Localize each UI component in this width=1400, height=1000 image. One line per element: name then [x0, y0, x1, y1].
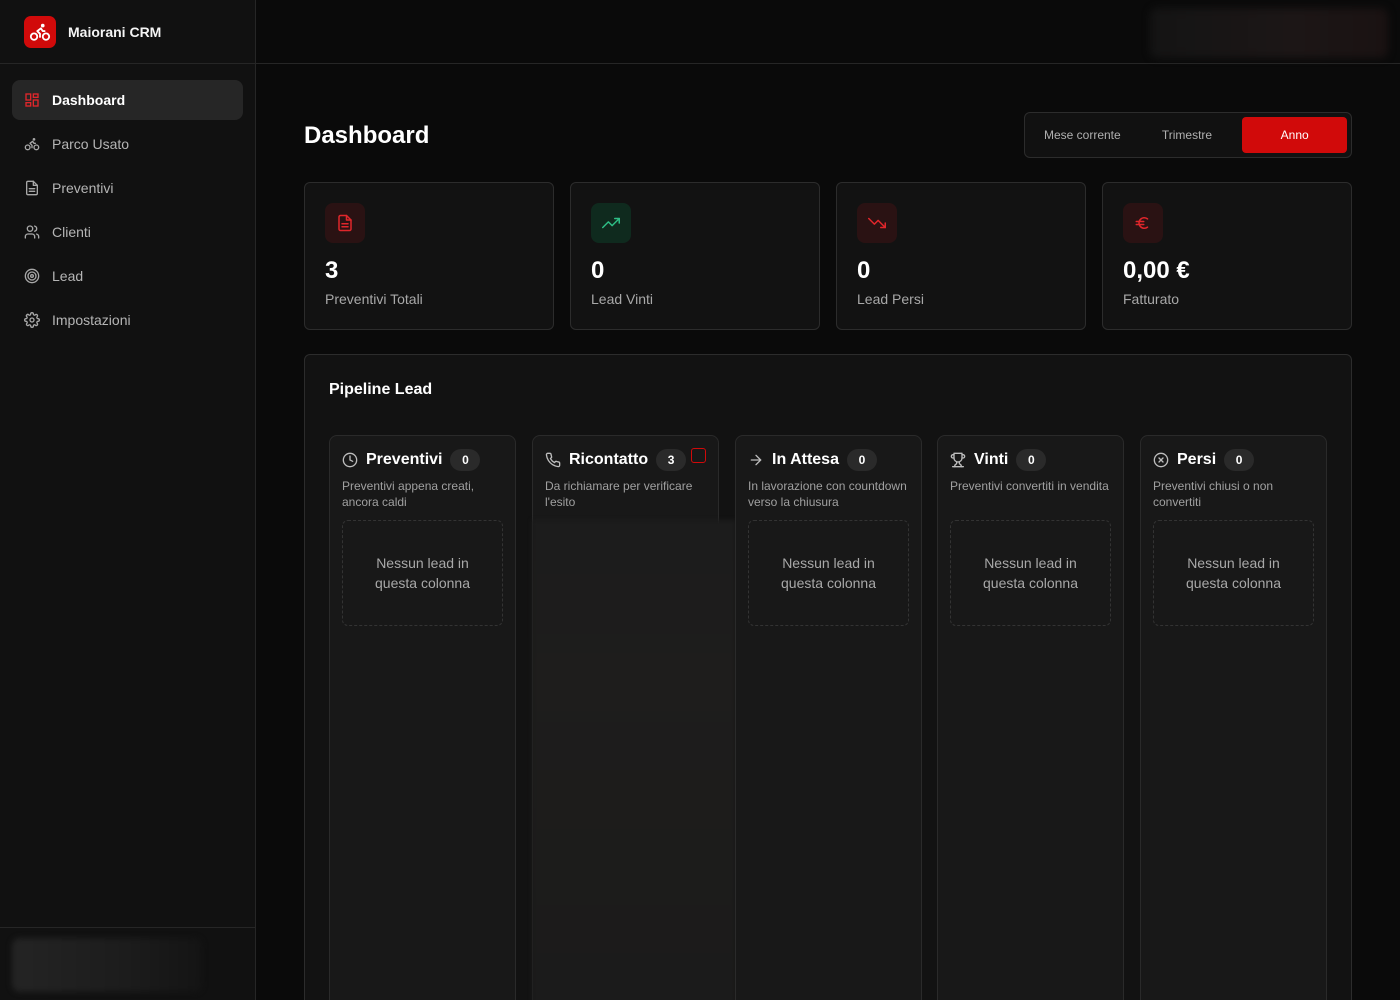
column-title: In Attesa — [772, 451, 839, 468]
stat-card-preventivi-totali: 3 Preventivi Totali — [304, 182, 554, 330]
sidebar-nav: Dashboard Parco Usato Preventivi Clienti… — [0, 64, 255, 356]
stat-label: Lead Persi — [857, 291, 924, 307]
gear-icon — [24, 312, 40, 328]
trending-up-icon — [591, 203, 631, 243]
stat-label: Preventivi Totali — [325, 291, 423, 307]
sidebar-item-clienti[interactable]: Clienti — [12, 212, 243, 252]
period-option-trimestre[interactable]: Trimestre — [1136, 117, 1239, 153]
column-count-badge: 3 — [656, 449, 687, 471]
euro-icon — [1123, 203, 1163, 243]
column-select-checkbox[interactable] — [691, 448, 706, 463]
bicycle-icon — [24, 15, 56, 48]
column-empty-state: Nessun lead in questa colonna — [748, 520, 909, 626]
column-empty-state: Nessun lead in questa colonna — [342, 520, 503, 626]
trending-down-icon — [857, 203, 897, 243]
period-selector: Mese corrente Trimestre Anno — [1024, 112, 1352, 158]
column-description: Preventivi convertiti in vendita — [950, 479, 1109, 493]
sidebar-item-label: Dashboard — [52, 92, 126, 108]
column-count-badge: 0 — [450, 449, 481, 471]
pipeline-lead: Pipeline Lead Preventivi 0 Preventivi ap… — [304, 354, 1352, 1000]
sidebar-item-label: Impostazioni — [52, 312, 131, 328]
pipeline-column-vinti: Vinti 0 Preventivi convertiti in vendita… — [937, 435, 1124, 1000]
dashboard-icon — [25, 93, 39, 107]
column-title: Vinti — [974, 451, 1009, 468]
column-title: Persi — [1177, 451, 1217, 468]
column-count-badge: 0 — [1224, 449, 1255, 471]
column-description: In lavorazione con countdown verso la ch… — [748, 479, 907, 509]
column-description: Preventivi chiusi o non convertiti — [1153, 479, 1274, 509]
stat-card-lead-persi: 0 Lead Persi — [836, 182, 1086, 330]
arrow-right-icon — [750, 454, 762, 466]
lead-cards-area[interactable] — [532, 520, 736, 1000]
column-empty-state: Nessun lead in questa colonna — [950, 520, 1111, 626]
pipeline-column-preventivi: Preventivi 0 Preventivi appena creati, a… — [329, 435, 516, 1000]
stat-card-fatturato: 0,00 € Fatturato — [1102, 182, 1352, 330]
column-empty-state: Nessun lead in questa colonna — [1153, 520, 1314, 626]
pipeline-column-persi: Persi 0 Preventivi chiusi o non converti… — [1140, 435, 1327, 1000]
sidebar-item-label: Lead — [52, 268, 84, 284]
x-circle-icon — [1153, 452, 1169, 468]
column-description: Da richiamare per verificare l'esito — [545, 479, 693, 509]
sidebar-item-dashboard[interactable]: Dashboard — [12, 80, 243, 120]
column-count-badge: 0 — [1016, 449, 1047, 471]
sidebar-item-parco-usato[interactable]: Parco Usato — [12, 124, 243, 164]
main-content: Dashboard Mese corrente Trimestre Anno 3… — [256, 64, 1400, 1000]
trophy-icon — [950, 452, 966, 468]
column-count-badge: 0 — [846, 449, 877, 471]
column-title: Ricontatto — [569, 451, 649, 468]
topbar — [256, 0, 1400, 64]
column-description: Preventivi appena creati, ancora caldi — [342, 479, 475, 509]
user-menu[interactable] — [1150, 8, 1388, 58]
stat-label: Lead Vinti — [591, 291, 654, 307]
users-icon — [24, 225, 40, 239]
clock-icon — [342, 452, 358, 468]
stat-label: Fatturato — [1123, 291, 1180, 307]
pipeline-title: Pipeline Lead — [329, 381, 433, 398]
sidebar: Maiorani CRM Dashboard Parco Usato Preve… — [0, 0, 256, 1000]
sidebar-item-lead[interactable]: Lead — [12, 256, 243, 296]
stat-value: 0,00 € — [1123, 257, 1190, 284]
pipeline-column-in-attesa: In Attesa 0 In lavorazione con countdown… — [735, 435, 922, 1000]
stat-value: 3 — [325, 257, 339, 284]
brand[interactable]: Maiorani CRM — [0, 0, 255, 64]
pipeline-column-ricontatto: Ricontatto 3 Da richiamare per verificar… — [532, 435, 736, 1000]
sidebar-item-label: Parco Usato — [52, 136, 130, 152]
user-profile[interactable] — [12, 938, 202, 992]
stat-value: 0 — [591, 257, 605, 284]
app-name: Maiorani CRM — [68, 23, 162, 40]
period-option-anno[interactable]: Anno — [1242, 117, 1347, 153]
phone-icon — [545, 452, 561, 468]
sidebar-item-label: Preventivi — [52, 180, 114, 196]
period-option-mese-corrente[interactable]: Mese corrente — [1029, 117, 1136, 153]
sidebar-item-impostazioni[interactable]: Impostazioni — [12, 300, 243, 340]
target-icon — [24, 268, 40, 284]
sidebar-footer — [0, 927, 255, 1000]
stat-value: 0 — [857, 257, 871, 284]
document-icon — [325, 203, 365, 243]
sidebar-item-label: Clienti — [52, 224, 91, 240]
stat-card-lead-vinti: 0 Lead Vinti — [570, 182, 820, 330]
document-icon — [26, 180, 38, 196]
sidebar-item-preventivi[interactable]: Preventivi — [12, 168, 243, 208]
stats-row: 3 Preventivi Totali 0 Lead Vinti 0 Lead … — [304, 182, 1352, 330]
column-title: Preventivi — [366, 451, 443, 468]
bicycle-icon — [24, 138, 40, 151]
page-title: Dashboard — [304, 122, 430, 149]
